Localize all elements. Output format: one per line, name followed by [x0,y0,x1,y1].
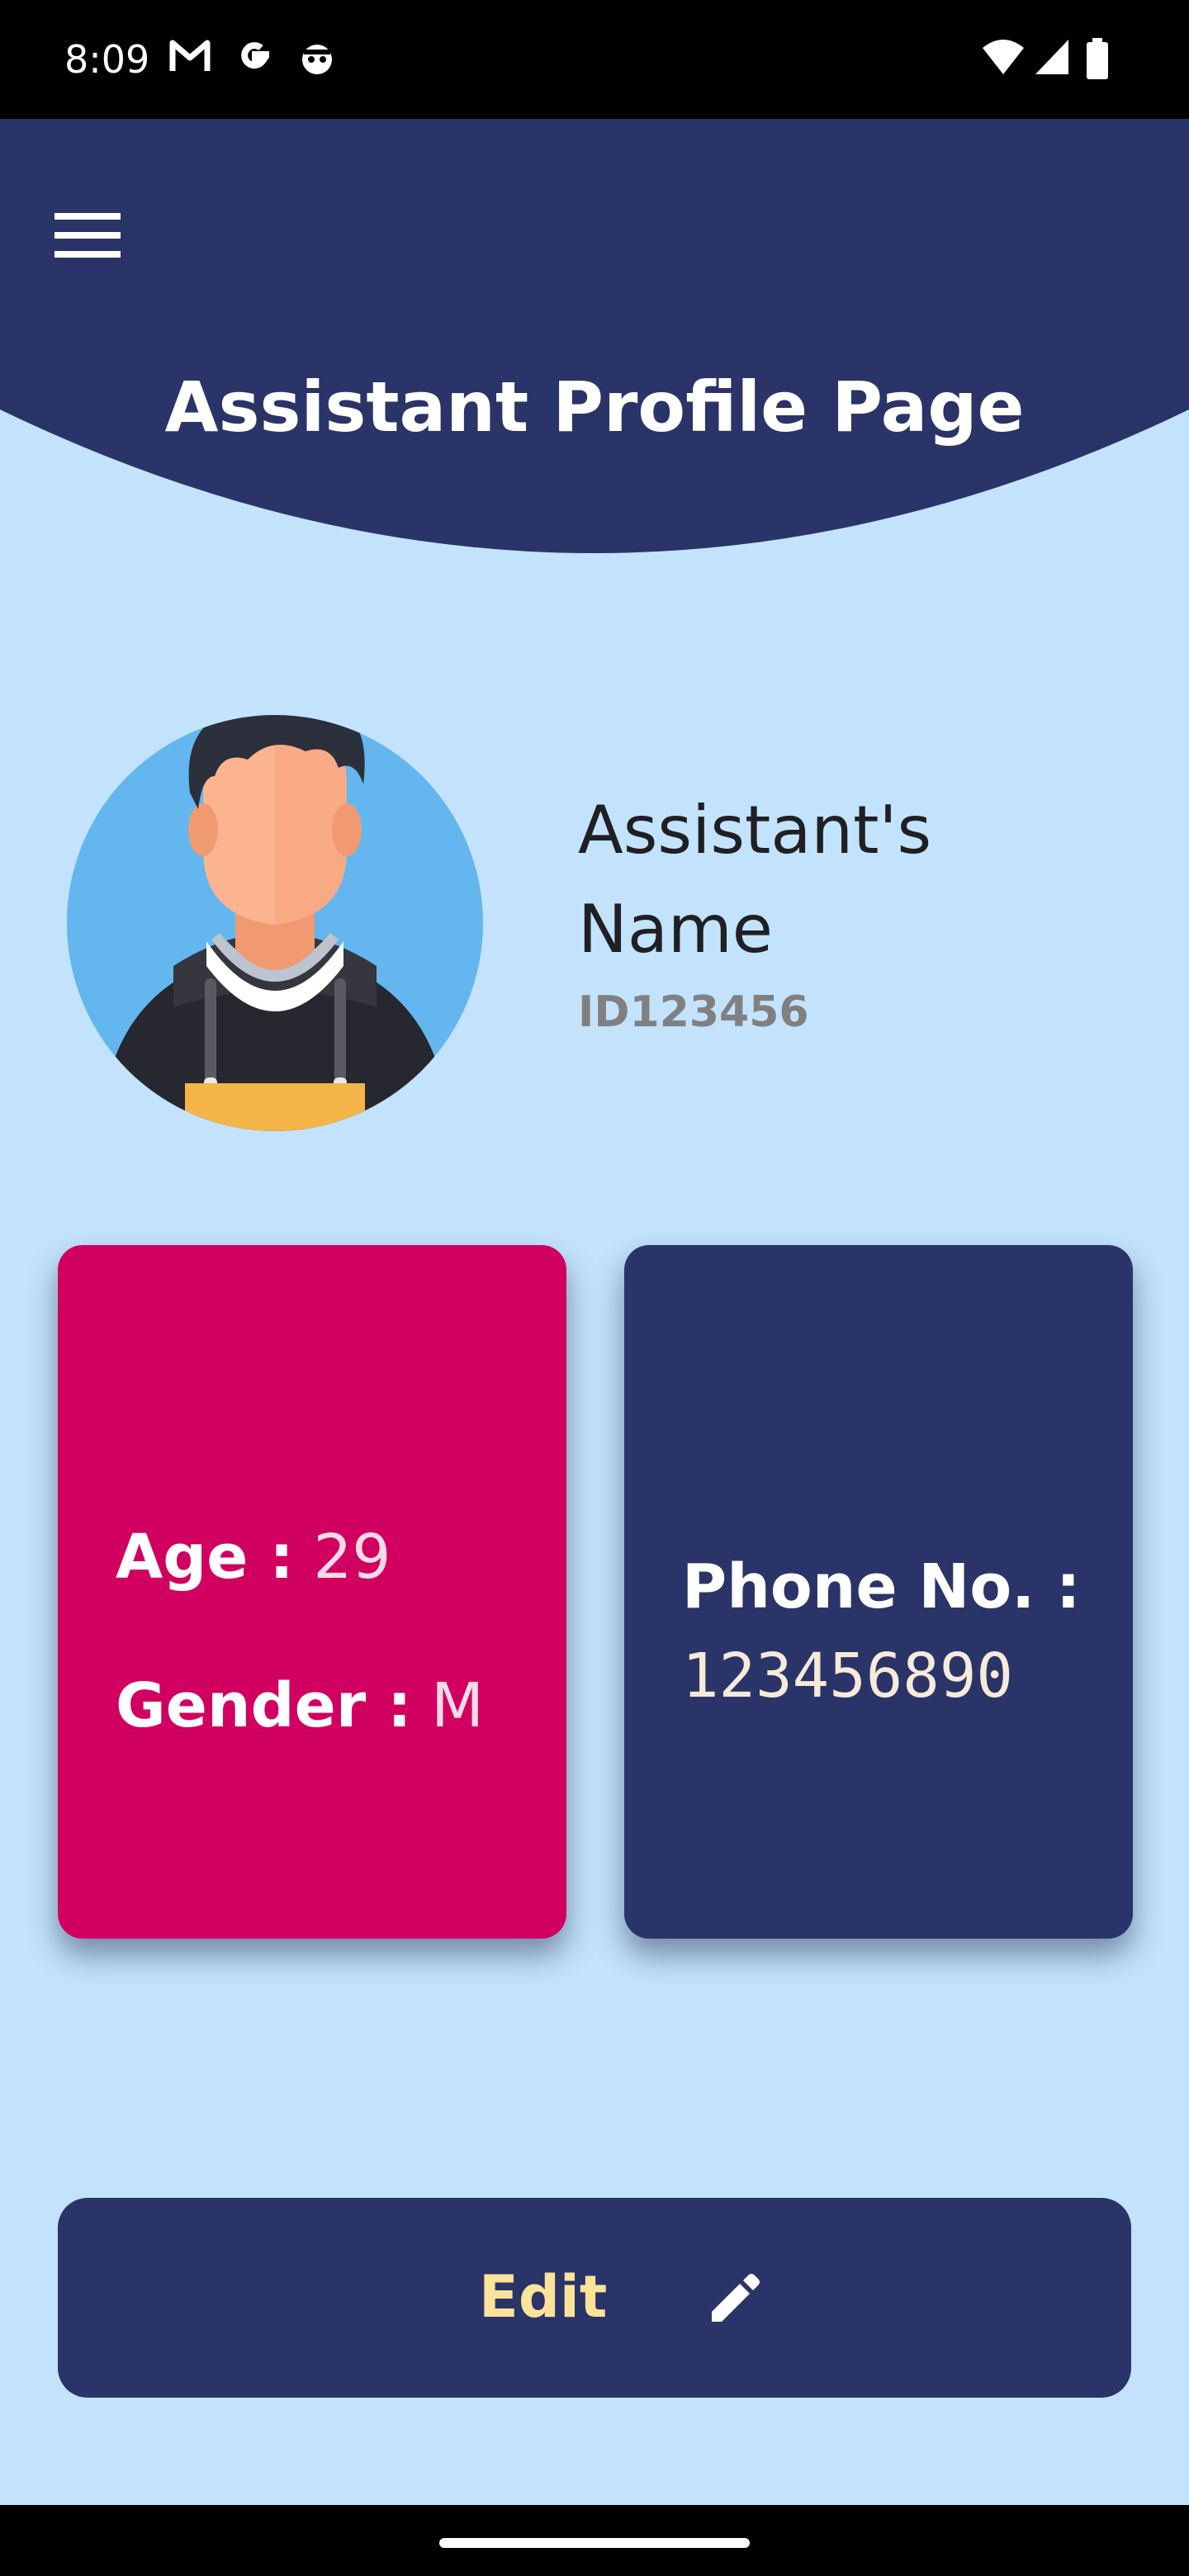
navigation-bar [0,2505,1189,2576]
status-time: 8:09 [64,37,150,82]
phone-label-text: Phone No. : [682,1551,1081,1622]
battery-icon [1087,38,1108,79]
phone-value-row: 123456890 [682,1635,1013,1717]
age-value: 29 [313,1522,391,1593]
gmail-icon [169,40,211,71]
hamburger-menu-icon [54,213,121,258]
android-robot-icon [302,45,332,74]
google-icon [241,42,269,69]
person-avatar-icon [67,715,483,1131]
cell-signal-icon [1035,40,1068,74]
menu-button[interactable] [40,198,130,272]
age-label: Age : [116,1522,294,1593]
assistant-info: Assistant's Name ID123456 [578,781,1123,1045]
gender-row: Gender : M [116,1664,484,1747]
assistant-id: ID123456 [578,987,809,1037]
assistant-name-line1: Assistant's [578,792,932,869]
phone-value: 123456890 [682,1641,1013,1712]
header [0,119,1189,556]
avatar [66,694,484,1131]
gender-value: M [431,1670,485,1741]
gender-label: Gender : [116,1670,412,1741]
status-bar: 8:09 [0,0,1189,119]
age-row: Age : 29 [116,1516,391,1598]
contact-card: Phone No. : 123456890 [624,1245,1133,1939]
page-title: Assistant Profile Page [164,367,1025,447]
edit-button[interactable]: Edit [58,2198,1131,2398]
header-curve-background [0,119,1189,553]
edit-button-label: Edit [479,2263,608,2331]
assistant-name-line2: Name [578,891,774,968]
phone-label: Phone No. : [682,1546,1081,1628]
personal-info-card: Age : 29 Gender : M [58,1245,566,1939]
pencil-icon [712,2274,760,2322]
home-gesture-handle[interactable] [439,2538,750,2548]
wifi-icon [983,40,1024,74]
